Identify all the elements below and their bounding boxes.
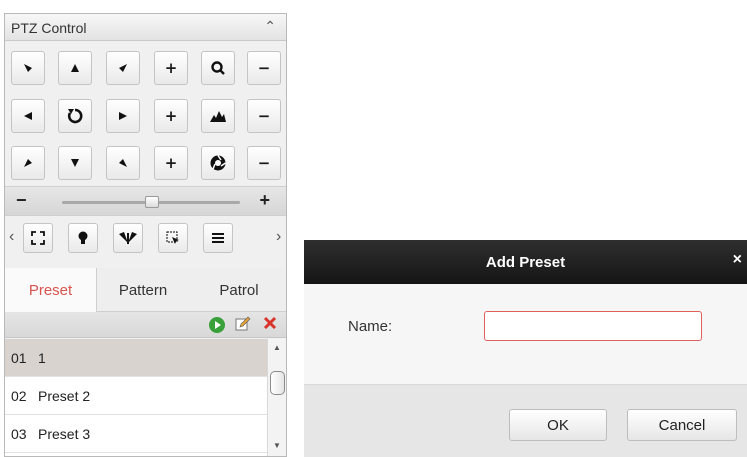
ptz-tabs: Preset Pattern Patrol [5,268,286,313]
focus-button [201,99,235,133]
arrow-up-right-icon [119,64,127,72]
fullscreen-icon [31,231,45,245]
pan-down-left-button[interactable] [11,146,45,180]
list-item[interactable]: 02 Preset 2 [5,377,267,415]
minus-icon: − [257,107,271,125]
add-preset-dialog: Add Preset × Name: OK Cancel [304,240,747,457]
speed-slider: − + [5,186,286,216]
delete-icon [263,316,277,330]
focus-far-button[interactable]: − [247,99,281,133]
arrow-right-icon [119,112,127,120]
iris-icon [210,155,226,171]
zoom-in-button[interactable]: + [154,51,188,85]
menu-button[interactable] [203,223,233,253]
pan-up-left-button[interactable] [11,51,45,85]
fullscreen-button[interactable] [23,223,53,253]
close-icon[interactable]: × [733,251,742,269]
preset-name: 1 [38,350,46,366]
arrow-up-left-icon [24,64,32,72]
tools-row: ‹ › [5,220,286,256]
scroll-thumb[interactable] [270,371,285,395]
pan-up-button[interactable] [58,51,92,85]
scroll-up-icon[interactable]: ▲ [273,343,281,352]
speed-decrease-button[interactable]: − [16,190,27,211]
speed-increase-button[interactable]: + [259,190,270,211]
tab-pattern[interactable]: Pattern [101,268,185,312]
edit-preset-button[interactable] [235,316,251,337]
dialog-footer: OK Cancel [304,384,747,457]
pan-left-button[interactable] [11,99,45,133]
arrow-down-left-icon [24,159,32,167]
name-input[interactable] [484,311,702,341]
preset-number: 01 [11,350,27,366]
pan-down-right-button[interactable] [106,146,140,180]
3d-zoom-button[interactable] [158,223,188,253]
panel-title: PTZ Control [11,20,87,36]
pan-up-right-button[interactable] [106,51,140,85]
plus-icon: + [164,154,178,172]
list-item[interactable]: 01 1 [5,339,267,377]
dialog-title: Add Preset [485,254,566,271]
ptz-header: PTZ Control ⌃ [5,14,286,41]
iris-button [201,146,235,180]
3d-zoom-icon [166,231,179,244]
scroll-right-icon[interactable]: › [276,228,281,246]
preset-name: Preset 3 [38,426,91,442]
wiper-icon [119,232,137,244]
plus-icon: + [164,107,178,125]
preset-name: Preset 2 [38,388,91,404]
wiper-button[interactable] [113,223,143,253]
preset-list: 01 1 02 Preset 2 03 Preset 3 [5,339,267,456]
delete-preset-button[interactable] [262,315,278,336]
list-item[interactable]: 03 Preset 3 [5,415,267,453]
preset-number: 02 [11,388,27,404]
zoom-icon [211,61,225,75]
menu-icon [212,233,224,243]
iris-close-button[interactable]: − [247,146,281,180]
minus-icon: − [257,154,271,172]
tab-preset[interactable]: Preset [5,268,97,313]
preset-number: 03 [11,426,27,442]
cancel-button[interactable]: Cancel [627,409,737,441]
dialog-titlebar: Add Preset × [304,240,747,284]
arrow-up-icon [71,64,79,72]
focus-near-button[interactable]: + [154,99,188,133]
preset-toolbar [5,312,286,338]
scroll-down-icon[interactable]: ▼ [273,441,281,450]
minus-icon: − [257,59,271,77]
tab-patrol[interactable]: Patrol [195,268,283,312]
pan-down-button[interactable] [58,146,92,180]
collapse-icon[interactable]: ⌃ [264,18,276,35]
dialog-body: Name: [304,284,747,384]
auto-scan-button[interactable] [58,99,92,133]
arrow-down-right-icon [119,159,127,167]
call-preset-button[interactable] [208,316,226,339]
light-icon [78,231,88,244]
plus-icon: + [164,59,178,77]
ptz-control-panel: PTZ Control ⌃ + − + − + − − + ‹ › Preset… [4,13,287,457]
name-label: Name: [348,318,393,335]
list-scrollbar[interactable]: ▲ ▼ [267,339,286,456]
pan-right-button[interactable] [106,99,140,133]
slider-thumb[interactable] [145,196,159,208]
arrow-down-icon [71,159,79,167]
light-button[interactable] [68,223,98,253]
edit-icon [235,316,251,331]
auto-scan-icon [67,108,83,124]
iris-open-button[interactable]: + [154,146,188,180]
zoom-out-button[interactable]: − [247,51,281,85]
play-icon [209,317,225,333]
scroll-left-icon[interactable]: ‹ [9,228,14,246]
zoom-button [201,51,235,85]
ok-button[interactable]: OK [509,409,607,441]
arrow-left-icon [24,112,32,120]
focus-icon [210,111,226,122]
